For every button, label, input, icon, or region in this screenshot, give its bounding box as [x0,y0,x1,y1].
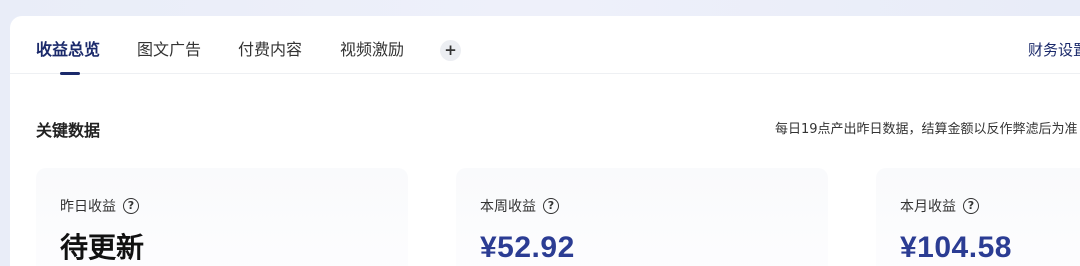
active-tab-indicator [60,72,80,75]
tab-image-text-ads[interactable]: 图文广告 [137,40,201,60]
key-data-title: 关键数据 [36,121,101,140]
stat-value-this-week: ¥52.92 [480,231,575,264]
stat-card-this-week: 本周收益 ? ¥52.92 [456,168,828,266]
tab-bar: 收益总览 图文广告 付费内容 视频激励 + 财务设置 [10,16,1080,75]
help-icon[interactable]: ? [543,198,559,214]
tab-paid-content[interactable]: 付费内容 [238,40,302,60]
add-tab-button[interactable]: + [440,40,461,61]
stat-label-this-month: 本月收益 [900,199,956,215]
stat-value-yesterday: 待更新 [60,231,145,264]
revenue-card: 收益总览 图文广告 付费内容 视频激励 + 财务设置 关键数据 每日19点产出昨… [10,16,1080,266]
stat-value-this-month: ¥104.58 [900,231,1012,264]
help-icon[interactable]: ? [963,198,979,214]
stat-label-yesterday: 昨日收益 [60,199,116,215]
stat-card-yesterday: 昨日收益 ? 待更新 [36,168,408,266]
finance-settings-link[interactable]: 财务设置 [1028,40,1080,60]
stat-label-this-week: 本周收益 [480,199,536,215]
help-icon[interactable]: ? [123,198,139,214]
data-update-note: 每日19点产出昨日数据，结算金额以反作弊滤后为准 [775,122,1078,137]
stat-card-this-month: 本月收益 ? ¥104.58 [876,168,1080,266]
tab-revenue-overview[interactable]: 收益总览 [36,40,100,60]
tab-video-incentive[interactable]: 视频激励 [340,40,404,60]
